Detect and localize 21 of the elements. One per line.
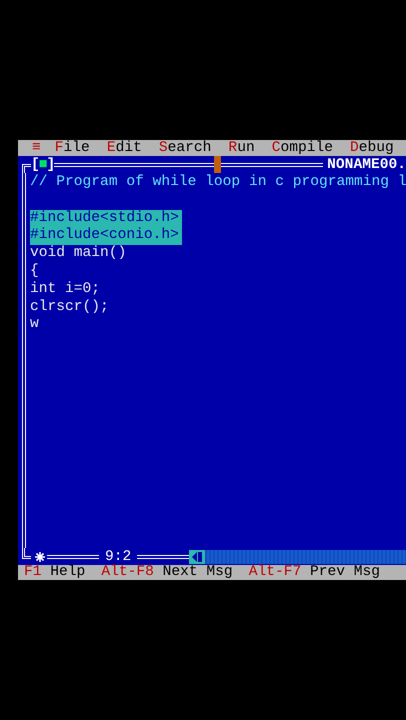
scroll-left-icon[interactable]: [189, 550, 206, 564]
menu-item[interactable]: Run: [228, 140, 255, 156]
horizontal-scrollbar[interactable]: [189, 550, 406, 564]
menu-item[interactable]: Debug: [350, 140, 394, 156]
code-line: void main(): [30, 245, 128, 263]
code-line: {: [30, 262, 40, 281]
cursor-position: 9:2: [105, 548, 132, 564]
close-button[interactable]: [■]: [31, 156, 54, 172]
code-line: // Program of while loop in c programming l: [30, 174, 406, 192]
status-hint[interactable]: Alt-F8 Next Msg: [101, 565, 233, 580]
frame-marker: [214, 156, 222, 173]
menu-item[interactable]: Search: [158, 140, 212, 156]
menu-item[interactable]: Edit: [106, 140, 142, 156]
menu-item[interactable]: File: [54, 140, 90, 156]
status-hint[interactable]: Alt-F7 Prev Msg: [248, 565, 380, 580]
menu-item[interactable]: Compile: [272, 140, 334, 156]
code-line: w: [30, 316, 40, 334]
code-line: clrscr();: [30, 298, 110, 316]
window-title: NONAME00.: [326, 156, 406, 172]
status-hint[interactable]: F1 Help: [24, 565, 86, 580]
code-line: int i=0;: [30, 280, 102, 299]
